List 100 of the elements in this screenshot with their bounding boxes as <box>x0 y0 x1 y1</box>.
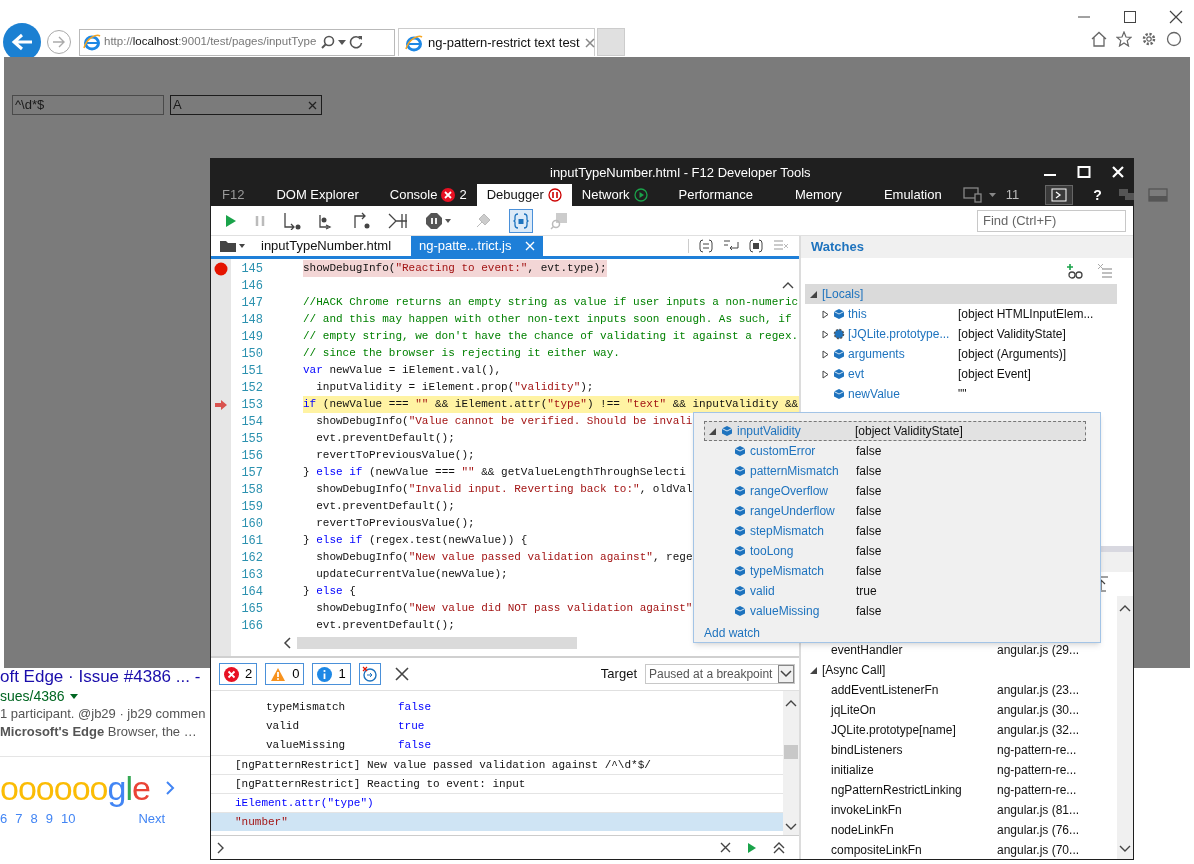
run-icon[interactable] <box>747 841 757 854</box>
browser-tab[interactable]: ng-pattern-restrict text test <box>398 28 595 56</box>
scrollbar-thumb[interactable] <box>297 637 577 649</box>
add-watch-icon[interactable] <box>1067 263 1083 279</box>
property-name[interactable]: tooLong <box>750 542 852 560</box>
devtools-tab[interactable]: Emulation <box>862 184 963 206</box>
help-button[interactable]: ? <box>1093 184 1102 206</box>
search-icon[interactable] <box>321 35 336 49</box>
breakpoint-icon[interactable] <box>214 261 228 276</box>
format-icon[interactable] <box>699 239 713 253</box>
maximize-icon[interactable] <box>1077 164 1091 179</box>
expand-arrow-icon[interactable] <box>821 329 830 339</box>
step-into-icon[interactable] <box>283 211 301 230</box>
folder-icon[interactable] <box>219 239 237 253</box>
devtools-tab[interactable]: Memory <box>773 184 863 206</box>
collapse-arrow-icon[interactable] <box>809 289 818 299</box>
add-watch-link[interactable]: Add watch <box>704 624 761 642</box>
clear-icon[interactable] <box>308 100 317 110</box>
collapse-arrow-icon[interactable] <box>809 665 818 675</box>
watch-name[interactable]: newValue <box>848 385 958 403</box>
property-name[interactable]: rangeUnderflow <box>750 502 852 520</box>
call-stack-frame[interactable]: JQLite.prototype[name] <box>801 721 997 739</box>
expand-arrow-icon[interactable] <box>821 309 830 319</box>
find-field[interactable]: Find (Ctrl+F) <box>977 209 1126 232</box>
chevron-right-icon[interactable] <box>164 781 175 795</box>
windows-icon[interactable] <box>1117 188 1136 202</box>
gear-icon[interactable] <box>1141 31 1157 47</box>
call-stack-frame[interactable]: compositeLinkFn <box>801 841 997 859</box>
chevron-down-icon[interactable] <box>785 823 797 831</box>
devtools-tab[interactable]: Debugger <box>476 184 572 206</box>
scrollbar-track[interactable] <box>1117 596 1133 859</box>
property-name[interactable]: patternMismatch <box>750 462 852 480</box>
continue-icon[interactable] <box>225 213 237 228</box>
star-icon[interactable] <box>1116 31 1132 47</box>
warning-count-button[interactable]: 0 <box>265 663 305 685</box>
chevron-up-icon[interactable] <box>785 699 797 707</box>
chevron-down-icon[interactable] <box>1119 845 1131 853</box>
devtools-tab[interactable]: Performance <box>657 184 774 206</box>
close-icon[interactable] <box>1168 9 1184 25</box>
home-icon[interactable] <box>1091 31 1107 47</box>
scrollbar-thumb[interactable] <box>784 745 798 759</box>
call-stack-frame[interactable]: jqLiteOn <box>801 701 997 719</box>
caret-down-icon[interactable] <box>988 193 996 197</box>
property-name[interactable]: valueMissing <box>750 602 852 620</box>
chevron-left-icon[interactable] <box>283 637 291 649</box>
call-stack-frame[interactable]: bindListeners <box>801 741 997 759</box>
watch-name[interactable]: [JQLite.prototype... <box>848 325 958 343</box>
devtools-tab[interactable]: Network <box>571 184 658 206</box>
console-button[interactable] <box>1045 185 1074 205</box>
target-dropdown[interactable]: Paused at a breakpoint <box>645 664 795 684</box>
call-stack-frame[interactable]: eventHandler <box>801 641 997 659</box>
watch-name[interactable]: evt <box>848 365 958 383</box>
error-count-button[interactable]: 2 <box>219 663 258 685</box>
clear-icon[interactable] <box>394 667 409 681</box>
word-wrap-icon[interactable] <box>723 239 739 253</box>
call-stack-frame[interactable]: initialize <box>801 761 997 779</box>
call-stack-frame[interactable]: invokeLinkFn <box>801 801 997 819</box>
chevron-up-icon[interactable] <box>1119 604 1131 612</box>
page-link[interactable]: 10 <box>60 809 76 829</box>
property-name[interactable]: rangeOverflow <box>750 482 852 500</box>
document-mode[interactable]: 11 <box>1005 185 1020 205</box>
expand-icon[interactable] <box>773 841 785 854</box>
caret-down-icon[interactable] <box>239 244 245 248</box>
datatip-row[interactable]: inputValidity [object ValidityState] <box>704 421 1086 441</box>
file-tab[interactable]: ng-patte...trict.js <box>411 236 544 256</box>
clear-icon[interactable] <box>720 842 731 853</box>
prompt-chevron-icon[interactable] <box>217 841 225 854</box>
page-link[interactable]: 7 <box>15 809 23 829</box>
expand-arrow-icon[interactable] <box>821 349 830 359</box>
maximize-icon[interactable] <box>1122 9 1138 25</box>
braces-icon[interactable] <box>749 239 763 253</box>
caret-down-icon[interactable] <box>69 693 78 699</box>
address-bar[interactable]: http://localhost:9001/test/pages/inputType <box>79 28 395 56</box>
devtools-tab[interactable]: Console 2 <box>379 184 477 206</box>
branch-icon[interactable] <box>388 211 408 230</box>
circle-icon[interactable] <box>1166 31 1182 47</box>
page-link[interactable]: 6 <box>0 809 8 829</box>
call-stack-frame[interactable]: addEventListenerFn <box>801 681 997 699</box>
octagon-pause-icon[interactable] <box>425 211 443 230</box>
caret-down-icon[interactable] <box>445 218 451 223</box>
property-name[interactable]: customError <box>750 442 852 460</box>
call-stack-frame[interactable]: nodeLinkFn <box>801 821 997 839</box>
input-field[interactable]: A <box>170 95 322 115</box>
input-field[interactable]: ^\d*$ <box>12 95 164 115</box>
preserve-log-button[interactable] <box>358 663 381 685</box>
page-link[interactable]: 8 <box>30 809 38 829</box>
watch-name[interactable]: arguments <box>848 345 958 363</box>
property-name[interactable]: valid <box>750 582 852 600</box>
info-count-button[interactable]: 1 <box>312 663 351 685</box>
property-name[interactable]: typeMismatch <box>750 562 852 580</box>
call-stack-frame[interactable]: ngPatternRestrictLinking <box>801 781 997 799</box>
page-link[interactable]: 9 <box>45 809 53 829</box>
next-link[interactable]: Next <box>138 809 166 829</box>
expand-arrow-icon[interactable] <box>821 369 830 379</box>
file-tab[interactable]: inputTypeNumber.html <box>253 236 411 256</box>
refresh-icon[interactable] <box>349 35 364 49</box>
watch-name[interactable]: this <box>848 305 958 323</box>
chevron-up-icon[interactable] <box>782 281 794 289</box>
collapse-arrow-icon[interactable] <box>708 426 717 436</box>
result-title-link[interactable]: oft Edge · Issue #4386 ... - <box>0 667 210 687</box>
